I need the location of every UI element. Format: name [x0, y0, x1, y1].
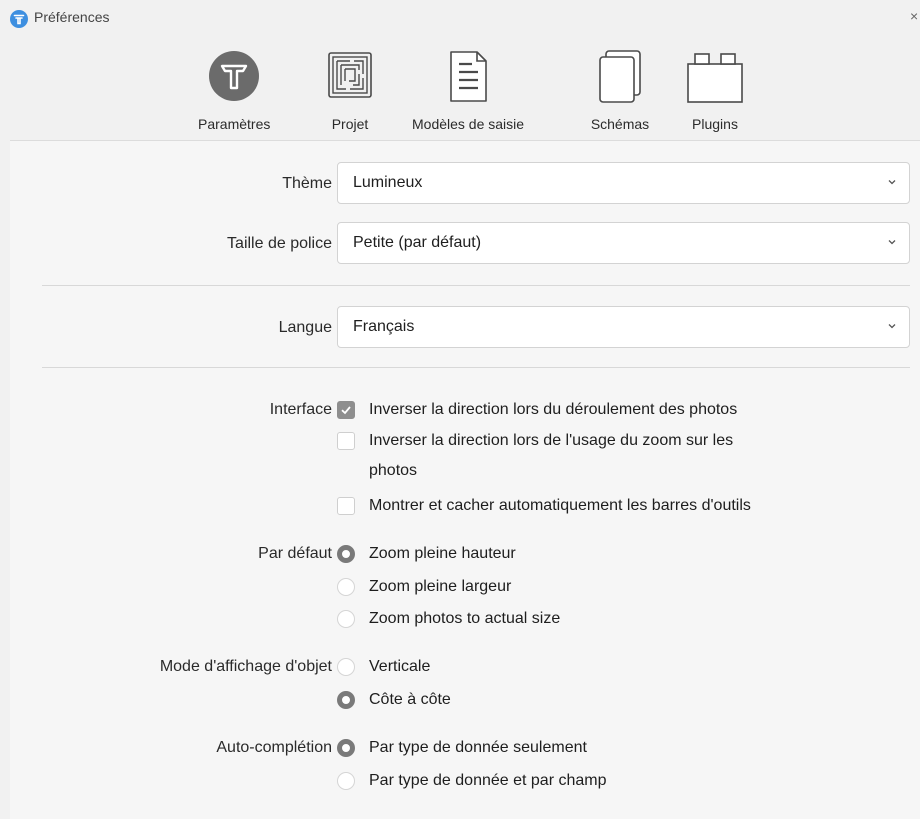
divider [42, 367, 910, 368]
option-label: Zoom pleine hauteur [369, 545, 516, 562]
tab-projet[interactable]: Projet [320, 50, 380, 132]
tab-label: Projet [331, 116, 369, 132]
autocomplete-label: Auto-complétion [216, 739, 332, 756]
interface-label: Interface [269, 401, 332, 418]
settings-panel: Thème Lumineux Taille de police Petite (… [10, 140, 920, 819]
option-label: Inverser la direction lors du déroulemen… [369, 401, 738, 418]
font-size-value: Petite (par défaut) [353, 234, 482, 251]
theme-value: Lumineux [353, 174, 423, 191]
pages-icon [590, 50, 650, 104]
tab-label: Modèles de saisie [412, 116, 525, 132]
default-zoom-label: Par défaut [258, 545, 332, 562]
option-label: Zoom photos to actual size [369, 610, 561, 627]
window-title: Préférences [34, 9, 110, 25]
radio-button[interactable] [337, 545, 355, 563]
option-label: Montrer et cacher automatiquement les ba… [369, 497, 751, 514]
tab-label: Schémas [590, 116, 650, 132]
option-label: Côte à côte [369, 691, 451, 708]
close-icon[interactable]: × [910, 8, 918, 24]
option-label: Par type de donnée seulement [369, 739, 587, 756]
settings-icon [204, 50, 264, 104]
radio-button[interactable] [337, 691, 355, 709]
tab-parametres[interactable]: Paramètres [198, 50, 270, 132]
radio-button[interactable] [337, 658, 355, 676]
tab-label: Plugins [692, 116, 738, 132]
language-label: Langue [278, 319, 332, 336]
tab-schemas[interactable]: Schémas [590, 50, 650, 132]
preferences-toolbar: Paramètres Projet Modèles de saisie Sché… [10, 36, 920, 140]
checkbox[interactable] [337, 432, 355, 450]
language-value: Français [353, 318, 415, 335]
option-label: Zoom pleine largeur [369, 578, 512, 595]
divider [42, 285, 910, 286]
tab-label: Paramètres [198, 116, 271, 132]
document-icon [438, 50, 498, 104]
font-size-label: Taille de police [227, 235, 332, 252]
tab-plugins[interactable]: Plugins [685, 50, 745, 132]
plugin-icon [685, 50, 745, 104]
chevron-down-icon [888, 240, 896, 245]
option-label: Inverser la direction lors de l'usage du… [369, 432, 734, 449]
language-select[interactable]: Français [337, 306, 910, 348]
radio-button[interactable] [337, 578, 355, 596]
chevron-down-icon [888, 180, 896, 185]
checkbox[interactable] [337, 401, 355, 419]
app-logo-icon [10, 10, 28, 28]
font-size-select[interactable]: Petite (par défaut) [337, 222, 910, 264]
theme-select[interactable]: Lumineux [337, 162, 910, 204]
radio-button[interactable] [337, 772, 355, 790]
option-label: Verticale [369, 658, 431, 675]
theme-label: Thème [282, 175, 332, 192]
chevron-down-icon [888, 324, 896, 329]
option-label-continued: photos [369, 462, 418, 479]
option-label: Par type de donnée et par champ [369, 772, 607, 789]
maze-icon [320, 50, 380, 104]
object-display-label: Mode d'affichage d'objet [159, 658, 332, 675]
radio-button[interactable] [337, 610, 355, 628]
title-bar: Préférences × [0, 0, 920, 36]
checkbox[interactable] [337, 497, 355, 515]
tab-modeles-de-saisie[interactable]: Modèles de saisie [412, 50, 524, 132]
radio-button[interactable] [337, 739, 355, 757]
